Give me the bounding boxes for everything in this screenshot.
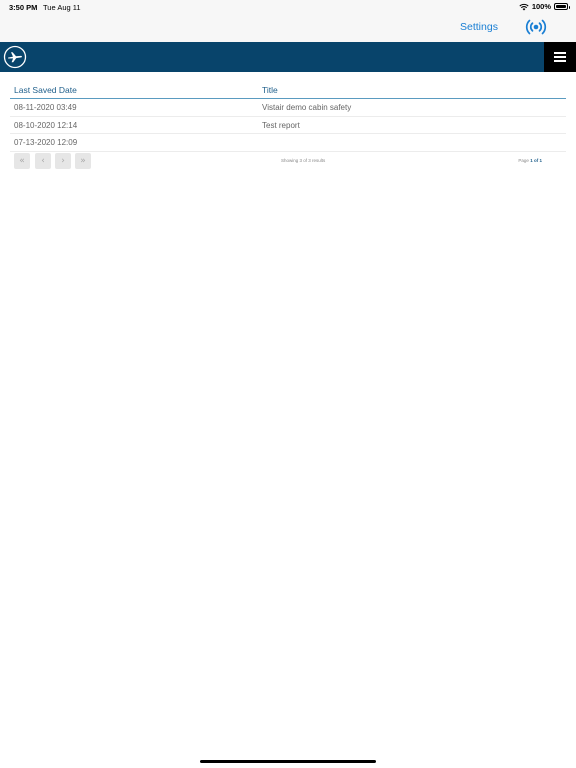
status-indicators: 100% [519, 2, 570, 11]
table-row[interactable]: 08-11-2020 03:49 Vistair demo cabin safe… [10, 99, 566, 117]
broadcast-button[interactable] [525, 17, 547, 37]
hamburger-menu-icon [554, 52, 566, 54]
results-count: Showing 3 of 3 results [281, 158, 326, 163]
column-header-last-saved-date[interactable]: Last Saved Date [14, 85, 77, 95]
nav-bar [0, 42, 576, 72]
reports-table: Last Saved Date Title 08-11-2020 03:49 V… [10, 82, 566, 152]
row-date: 07-13-2020 12:09 [14, 138, 78, 147]
settings-button[interactable]: Settings [460, 21, 498, 33]
airplane-logo-icon[interactable] [3, 45, 27, 69]
broadcast-icon [525, 19, 547, 35]
next-page-button[interactable]: › [55, 153, 71, 169]
pagination: « ‹ › » Showing 3 of 3 results Page 1 of… [10, 152, 566, 170]
status-time: 3:50 PM [9, 3, 38, 12]
home-indicator[interactable] [200, 760, 376, 763]
hamburger-menu-button[interactable] [544, 42, 576, 72]
table-header: Last Saved Date Title [10, 82, 566, 99]
row-date: 08-11-2020 03:49 [14, 103, 77, 112]
page-indicator: Page 1 of 1 [518, 158, 542, 163]
wifi-icon [519, 3, 529, 10]
column-header-title[interactable]: Title [262, 85, 278, 95]
last-page-button[interactable]: » [75, 153, 91, 169]
status-date: Tue Aug 11 [43, 3, 81, 12]
table-row[interactable]: 08-10-2020 12:14 Test report [10, 117, 566, 134]
previous-page-button[interactable]: ‹ [35, 153, 51, 169]
row-title: Vistair demo cabin safety [262, 103, 352, 112]
battery-percent: 100% [531, 2, 551, 11]
top-bar: Settings [0, 16, 576, 42]
table-row[interactable]: 07-13-2020 12:09 [10, 134, 566, 152]
status-bar: 3:50 PM Tue Aug 11 100% [0, 0, 576, 16]
battery-icon [554, 3, 570, 10]
row-date: 08-10-2020 12:14 [14, 120, 78, 130]
row-title: Test report [262, 120, 300, 130]
first-page-button[interactable]: « [14, 153, 30, 169]
